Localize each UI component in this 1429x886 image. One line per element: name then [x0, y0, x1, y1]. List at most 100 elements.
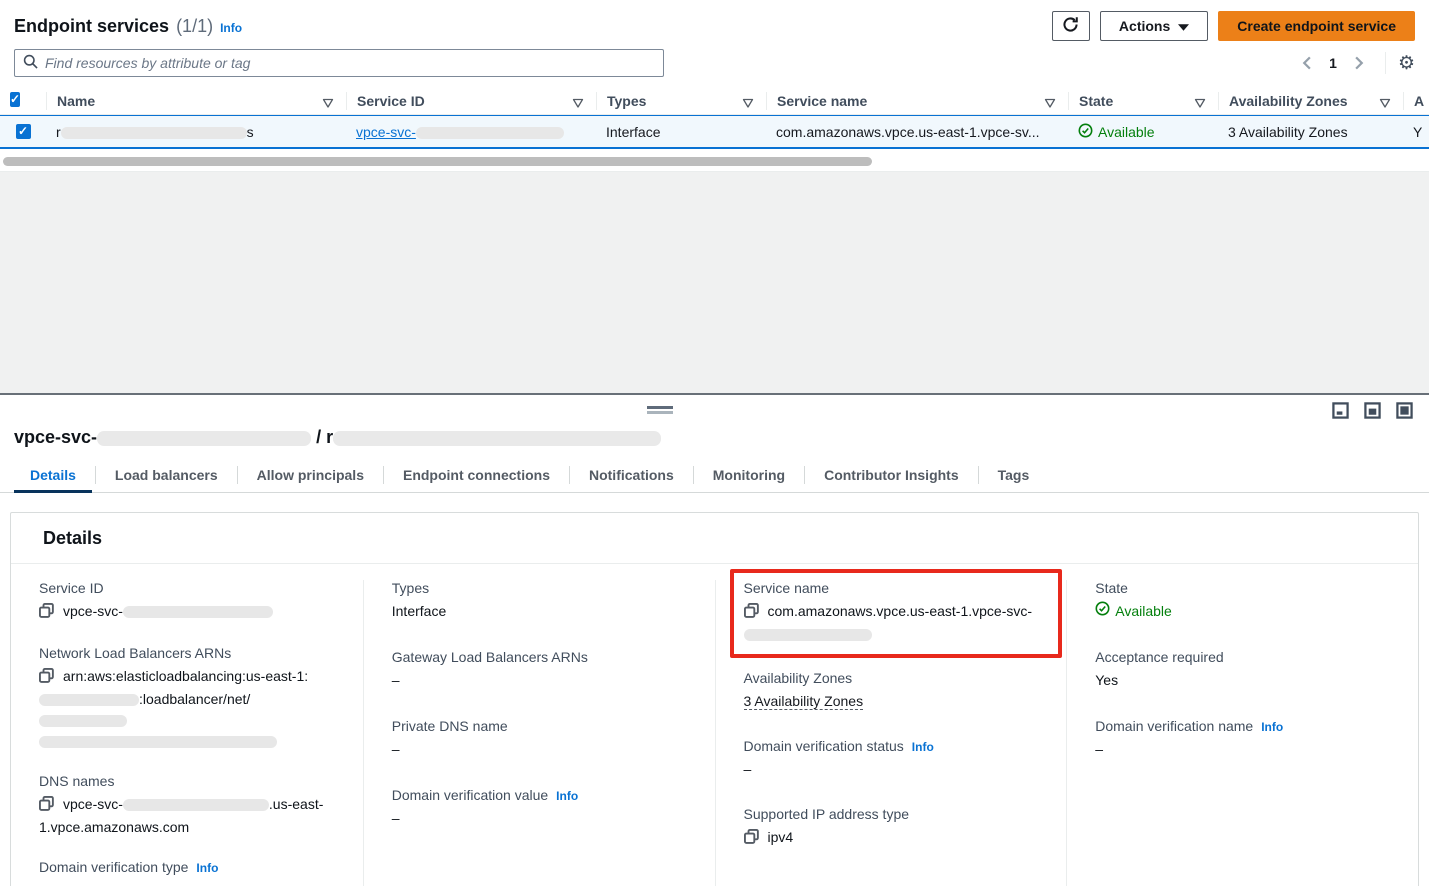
row-select-cell: ✓: [0, 124, 46, 139]
redacted-text: [61, 127, 247, 139]
redacted-text: [97, 431, 311, 446]
tab-details[interactable]: Details: [14, 461, 92, 492]
cell-state: Available: [1068, 123, 1218, 141]
info-link[interactable]: Info: [196, 861, 218, 875]
panel-size-large-icon[interactable]: [1396, 402, 1413, 422]
create-endpoint-service-button[interactable]: Create endpoint service: [1218, 11, 1415, 41]
tab-notifications[interactable]: Notifications: [573, 461, 690, 492]
filter-icon[interactable]: [322, 95, 334, 110]
availability-zones-popover-link[interactable]: 3 Availability Zones: [744, 693, 864, 710]
page-info-link[interactable]: Info: [220, 21, 242, 35]
details-card-header: Details: [11, 513, 1418, 564]
empty-content-area: [0, 172, 1429, 393]
controls-row: 1 ⚙: [0, 41, 1429, 77]
field-service-name-highlighted: Service name com.amazonaws.vpce.us-east-…: [730, 569, 1063, 658]
service-id-link[interactable]: vpce-svc-: [356, 124, 564, 140]
redacted-text: [123, 799, 269, 811]
current-page[interactable]: 1: [1323, 55, 1343, 71]
column-header-service-name[interactable]: Service name: [766, 92, 1068, 110]
pagination: 1 ⚙: [1293, 50, 1415, 76]
select-all-checkbox[interactable]: ✓: [10, 92, 20, 107]
details-column-2: Types Interface Gateway Load Balancers A…: [363, 580, 715, 886]
field-types: Types Interface: [392, 580, 687, 622]
column-header-service-id[interactable]: Service ID: [346, 92, 596, 110]
info-link[interactable]: Info: [1261, 720, 1283, 734]
scrollbar-thumb[interactable]: [3, 157, 872, 166]
field-acceptance-required: Acceptance required Yes: [1095, 649, 1390, 691]
endpoint-services-list-section: Endpoint services (1/1) Info Actions Cre…: [0, 0, 1429, 172]
cell-availability-zones: 3 Availability Zones: [1218, 124, 1403, 140]
field-state: State Available: [1095, 580, 1390, 622]
redacted-text: [744, 629, 872, 641]
panel-size-medium-icon[interactable]: [1364, 402, 1381, 422]
column-header-availability-zones[interactable]: Availability Zones: [1218, 92, 1403, 110]
redacted-text: [416, 127, 564, 139]
tab-allow-principals[interactable]: Allow principals: [241, 461, 380, 492]
tab-load-balancers[interactable]: Load balancers: [99, 461, 234, 492]
redacted-text: [39, 715, 127, 727]
panel-title: vpce-svc- / r: [0, 395, 1429, 448]
copy-icon[interactable]: [744, 829, 759, 850]
copy-icon[interactable]: [744, 603, 759, 624]
details-column-1: Service ID vpce-svc- Network Load Balanc…: [11, 580, 363, 886]
pagination-divider: [1385, 52, 1386, 74]
header-buttons: Actions Create endpoint service: [1052, 11, 1415, 41]
copy-icon[interactable]: [39, 796, 54, 817]
next-page-button[interactable]: [1347, 50, 1373, 76]
field-domain-verification-status: Domain verification statusInfo –: [744, 738, 1039, 780]
actions-button-label: Actions: [1119, 18, 1170, 34]
field-domain-verification-name: Domain verification nameInfo –: [1095, 718, 1390, 760]
field-dns-names: DNS names vpce-svc-.us-east-1.vpce.amazo…: [39, 773, 335, 838]
detail-split-panel: vpce-svc- / r Details Load balancers All…: [0, 393, 1429, 885]
panel-size-controls: [1332, 402, 1413, 422]
details-card-body: Service ID vpce-svc- Network Load Balanc…: [11, 564, 1418, 886]
tab-endpoint-connections[interactable]: Endpoint connections: [387, 461, 566, 492]
refresh-button[interactable]: [1052, 11, 1090, 41]
search-icon: [23, 54, 38, 72]
panel-size-small-icon[interactable]: [1332, 402, 1349, 422]
tab-tags[interactable]: Tags: [982, 461, 1046, 492]
redacted-text: [39, 736, 277, 748]
detail-tabs: Details Load balancers Allow principals …: [0, 461, 1429, 493]
actions-button[interactable]: Actions: [1100, 11, 1208, 41]
filter-icon[interactable]: [572, 95, 584, 110]
check-circle-icon: [1078, 123, 1093, 141]
title-group: Endpoint services (1/1) Info: [14, 16, 242, 37]
info-link[interactable]: Info: [912, 740, 934, 754]
horizontal-scrollbar[interactable]: [0, 157, 1429, 166]
cell-service-name: com.amazonaws.vpce.us-east-1.vpce-sv...: [766, 124, 1068, 140]
filter-icon[interactable]: [742, 95, 754, 110]
tab-monitoring[interactable]: Monitoring: [697, 461, 801, 492]
filter-icon[interactable]: [1379, 95, 1391, 110]
info-link[interactable]: Info: [556, 789, 578, 803]
copy-icon[interactable]: [39, 603, 54, 624]
cell-name: rs: [46, 124, 346, 140]
filter-icon[interactable]: [1194, 95, 1206, 110]
prev-page-button[interactable]: [1293, 50, 1319, 76]
search-input[interactable]: [45, 55, 655, 71]
search-box[interactable]: [14, 49, 664, 77]
table-row[interactable]: ✓ rs vpce-svc- Interface com.amazonaws.v…: [0, 115, 1429, 149]
column-header-name[interactable]: Name: [46, 92, 346, 110]
refresh-icon: [1062, 16, 1079, 36]
details-card: Details Service ID vpce-svc- Network Loa…: [10, 512, 1419, 886]
tab-contributor-insights[interactable]: Contributor Insights: [808, 461, 975, 492]
select-all-cell: ✓: [0, 92, 46, 110]
caret-down-icon: [1178, 18, 1189, 34]
field-service-id: Service ID vpce-svc-: [39, 580, 335, 624]
redacted-text: [39, 694, 139, 706]
page-title: Endpoint services: [14, 16, 169, 37]
field-private-dns-name: Private DNS name –: [392, 718, 687, 760]
details-card-title: Details: [43, 528, 102, 548]
column-header-acceptance-clipped[interactable]: A: [1403, 92, 1429, 110]
split-panel-drag-handle[interactable]: [647, 406, 673, 414]
preferences-gear-icon[interactable]: ⚙: [1398, 54, 1415, 73]
availability-zones-popover-link[interactable]: 3 Availability Zones: [1228, 124, 1348, 140]
column-header-types[interactable]: Types: [596, 92, 766, 110]
cell-types: Interface: [596, 124, 766, 140]
copy-icon[interactable]: [39, 668, 54, 689]
row-checkbox[interactable]: ✓: [16, 124, 31, 139]
filter-icon[interactable]: [1044, 95, 1056, 110]
column-header-state[interactable]: State: [1068, 92, 1218, 110]
check-circle-icon: [1095, 601, 1110, 622]
